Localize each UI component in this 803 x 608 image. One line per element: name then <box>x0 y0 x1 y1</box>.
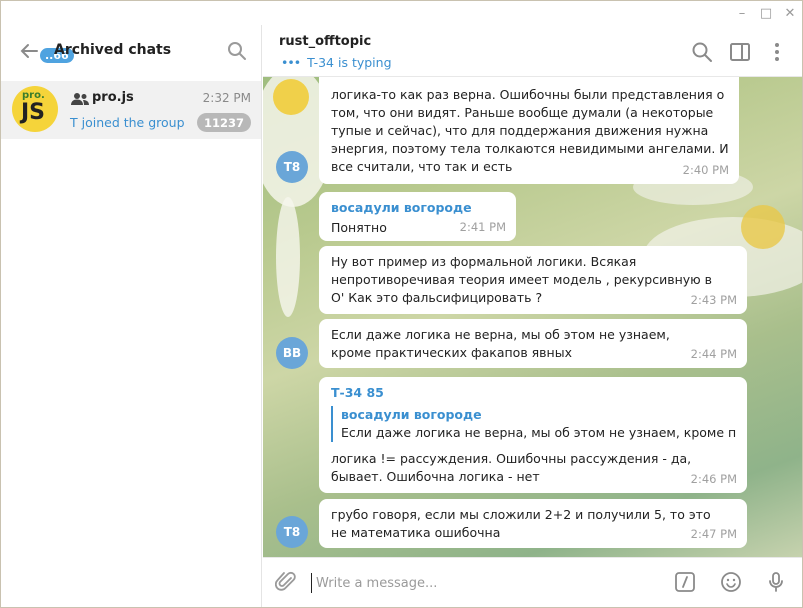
message-bubble[interactable]: Ну вот пример из формальной логики. Всяк… <box>319 246 747 314</box>
message-time: 2:43 PM <box>690 293 737 307</box>
chat-list-pane: ..66 Archived chats pro. JS pro.js 2:32 … <box>1 25 262 607</box>
message-time: 2:44 PM <box>690 347 737 361</box>
message-bubble[interactable]: Т-34 85 восадули вогороде Если даже логи… <box>319 377 747 493</box>
message-time: 2:40 PM <box>682 163 729 177</box>
message-sender[interactable]: восадули вогороде <box>331 199 506 217</box>
message-time: 2:47 PM <box>690 527 737 541</box>
chat-header: rust_offtopic ••• T-34 is typing <box>263 25 802 77</box>
chat-time: 2:32 PM <box>202 91 251 105</box>
sidebar-toggle-icon[interactable] <box>729 41 751 63</box>
message-bubble[interactable]: восадули вогороде Понятно 2:41 PM <box>319 192 516 241</box>
typing-dots-icon: ••• <box>281 55 301 70</box>
avatar[interactable]: BB <box>276 337 308 369</box>
message-text: Ну вот пример из формальной логики. Всяк… <box>331 254 713 305</box>
archived-chats-title: Archived chats <box>54 42 172 58</box>
message-text: грубо говоря, если мы сложили 2+2 и полу… <box>331 507 711 540</box>
typing-status-text: T-34 is typing <box>307 55 392 70</box>
emoji-icon[interactable] <box>720 571 742 593</box>
reply-quote[interactable]: восадули вогороде Если даже логика не ве… <box>331 406 737 442</box>
avatar: pro. JS <box>12 86 58 132</box>
unread-count-badge: 11237 <box>196 113 251 132</box>
quote-sender: восадули вогороде <box>341 407 482 422</box>
avatar[interactable]: T8 <box>276 151 308 183</box>
message-input[interactable] <box>311 573 661 593</box>
message-bubble[interactable]: логика-то как раз верна. Ошибочны были п… <box>319 77 739 184</box>
typing-status: ••• T-34 is typing <box>281 55 392 70</box>
message-text: логика-то как раз верна. Ошибочны были п… <box>331 87 729 174</box>
bot-commands-icon[interactable] <box>674 571 696 593</box>
chat-title[interactable]: rust_offtopic <box>279 34 371 49</box>
message-bubble[interactable]: грубо говоря, если мы сложили 2+2 и полу… <box>319 499 747 548</box>
avatar[interactable]: T8 <box>276 516 308 548</box>
more-options-icon[interactable] <box>766 41 788 63</box>
quote-text: Если даже логика не верна, мы об этом не… <box>341 425 737 440</box>
back-button[interactable]: ..66 <box>17 39 75 64</box>
chat-name: pro.js <box>92 90 134 105</box>
chat-list-header: ..66 Archived chats <box>1 25 261 77</box>
message-time: 2:41 PM <box>459 220 506 234</box>
attach-icon[interactable] <box>275 571 297 593</box>
chat-preview: T joined the group <box>70 115 185 130</box>
message-sender[interactable]: Т-34 85 <box>331 384 737 402</box>
message-text: Если даже логика не верна, мы об этом не… <box>331 327 670 360</box>
app-window: – □ ✕ ..66 Archived chats pro. JS pro.js… <box>0 0 803 608</box>
maximize-button[interactable]: □ <box>754 1 778 25</box>
minimize-button[interactable]: – <box>730 1 754 25</box>
message-composer <box>263 557 802 607</box>
back-arrow-icon <box>20 44 38 58</box>
message-history[interactable]: логика-то как раз верна. Ошибочны были п… <box>263 77 802 557</box>
search-icon[interactable] <box>227 41 247 61</box>
chat-list-item[interactable]: pro. JS pro.js 2:32 PM T joined the grou… <box>1 81 261 139</box>
group-icon <box>71 93 89 105</box>
close-button[interactable]: ✕ <box>778 1 802 25</box>
message-time: 2:46 PM <box>690 472 737 486</box>
title-bar: – □ ✕ <box>1 1 802 25</box>
microphone-icon[interactable] <box>765 571 787 593</box>
message-bubble[interactable]: Если даже логика не верна, мы об этом не… <box>319 319 747 368</box>
message-text: логика != рассуждения. Ошибочны рассужде… <box>331 451 692 484</box>
search-icon[interactable] <box>691 41 713 63</box>
